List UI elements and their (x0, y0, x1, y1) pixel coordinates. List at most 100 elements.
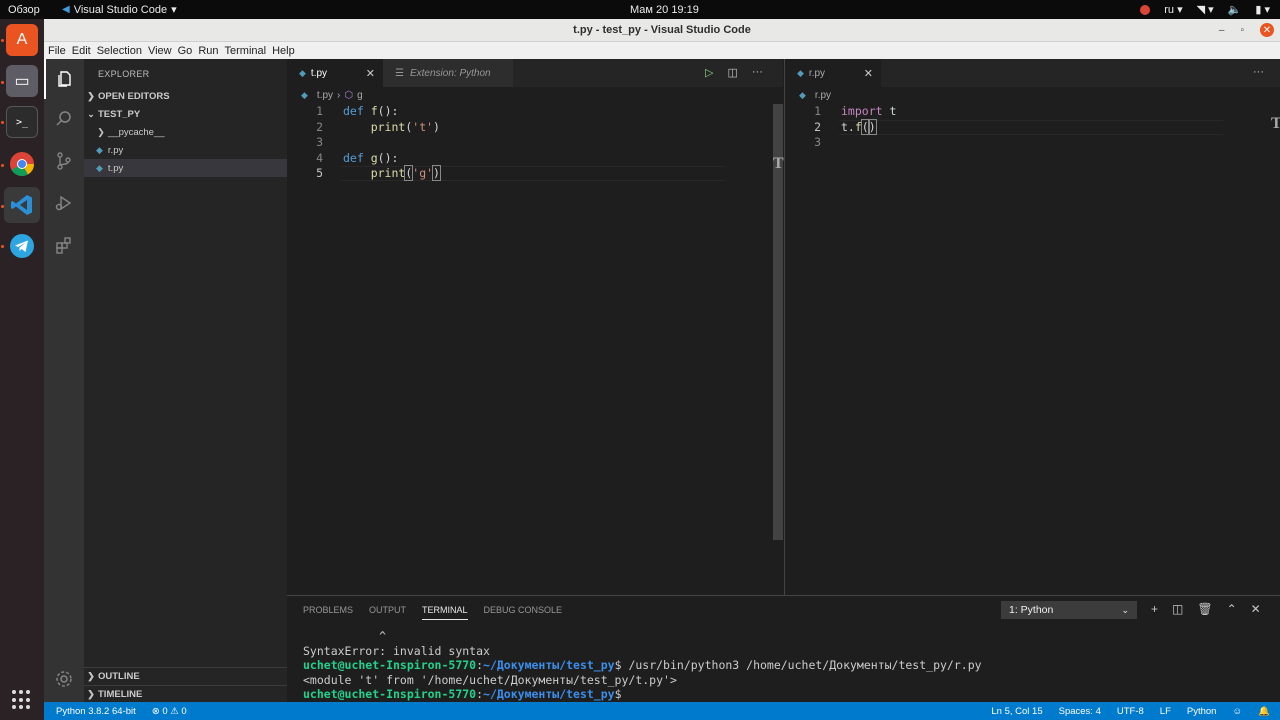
tab-output[interactable]: OUTPUT (369, 605, 406, 620)
vscode-icon[interactable] (4, 187, 40, 223)
menu-run[interactable]: Run (198, 45, 218, 57)
tab-r-py[interactable]: ◆ r.py ✕ (785, 59, 881, 87)
language-mode[interactable]: Python (1187, 706, 1217, 717)
chrome-indicator-icon[interactable] (1140, 4, 1151, 15)
more-actions-icon[interactable]: ··· (1253, 66, 1264, 78)
tab-t-py[interactable]: ◆ t.py ✕ (287, 59, 383, 87)
menu-view[interactable]: View (148, 45, 172, 57)
line-number: 5 (316, 166, 323, 180)
tab-terminal[interactable]: TERMINAL (422, 605, 468, 620)
close-panel-icon[interactable]: ✕ (1251, 602, 1261, 616)
minimize-button[interactable]: – (1219, 25, 1225, 36)
terminal-text: : (476, 687, 484, 701)
running-indicator (1, 81, 4, 84)
menu-edit[interactable]: Edit (72, 45, 91, 57)
explorer-icon[interactable] (44, 59, 84, 99)
close-icon[interactable]: ✕ (366, 67, 375, 80)
indentation[interactable]: Spaces: 4 (1059, 706, 1101, 717)
app-menu[interactable]: ◀ Visual Studio Code ▾ (62, 3, 177, 17)
code-token: t (882, 104, 897, 118)
code-line[interactable]: 1 import t (785, 104, 1225, 119)
code-line[interactable]: 3 (785, 135, 1225, 150)
run-file-icon[interactable]: ▷ (705, 66, 713, 79)
close-button[interactable]: ✕ (1260, 23, 1274, 37)
line-code: def g(): (343, 151, 398, 165)
breadcrumb-file[interactable]: r.py (815, 90, 831, 101)
code-line[interactable]: 4 def g(): (287, 151, 727, 166)
menu-help[interactable]: Help (272, 45, 295, 57)
code-line[interactable]: 1 def f(): (287, 104, 727, 119)
more-actions-icon[interactable]: ··· (752, 66, 763, 79)
code-token: import (841, 104, 883, 118)
system-top-bar: Обзор ◀ Visual Studio Code ▾ Мам 20 19:1… (0, 0, 1280, 19)
tab-label: t.py (310, 67, 328, 79)
wifi-icon[interactable]: ◥ ▾ (1197, 3, 1214, 16)
run-debug-icon[interactable] (44, 183, 84, 223)
tree-item-pycache[interactable]: ❯ __pycache__ (84, 123, 287, 141)
menu-go[interactable]: Go (178, 45, 193, 57)
breadcrumb-file[interactable]: t.py (317, 90, 333, 101)
split-terminal-icon[interactable]: ◫ (1172, 602, 1183, 616)
line-code: t.f() (841, 118, 877, 135)
source-control-icon[interactable] (44, 141, 84, 181)
volume-icon[interactable]: 🔈 (1228, 3, 1242, 16)
open-editors-label: OPEN EDITORS (98, 90, 170, 102)
language-indicator[interactable]: ru ▾ (1164, 3, 1182, 16)
end-of-line[interactable]: LF (1160, 706, 1171, 717)
outline-section[interactable]: ❯ OUTLINE (84, 667, 287, 685)
clock[interactable]: Мам 20 19:19 (630, 4, 699, 16)
split-editor-icon[interactable]: ◫ (727, 66, 737, 79)
tab-problems[interactable]: PROBLEMS (303, 605, 353, 620)
new-terminal-icon[interactable]: + (1151, 602, 1158, 616)
running-indicator (1, 39, 4, 42)
terminal-text: uchet@uchet-Inspiron-5770 (303, 658, 477, 672)
show-applications-icon[interactable] (12, 690, 32, 710)
chrome-icon[interactable] (6, 148, 38, 180)
code-token: print (370, 119, 406, 134)
timeline-section[interactable]: ❯ TIMELINE (84, 685, 287, 703)
menu-terminal[interactable]: Terminal (225, 45, 267, 57)
window-title: t.py - test_py - Visual Studio Code (573, 24, 751, 36)
telegram-icon[interactable] (6, 230, 38, 262)
menu-selection[interactable]: Selection (97, 45, 142, 57)
extensions-icon[interactable] (44, 225, 84, 265)
bell-icon[interactable]: 🔔 (1258, 706, 1270, 717)
line-number: 2 (814, 119, 821, 134)
encoding[interactable]: UTF-8 (1117, 706, 1144, 717)
close-icon[interactable]: ✕ (864, 67, 873, 80)
code-token: def (343, 150, 371, 165)
chevron-right-icon: ❯ (97, 126, 105, 137)
files-icon[interactable]: ▭ (6, 65, 38, 97)
tree-item-r-py[interactable]: ◆ r.py (84, 141, 287, 159)
code-line[interactable]: 2 t.f() (785, 118, 1225, 135)
code-line[interactable]: 2 print('t') (287, 120, 727, 135)
minimap-text-cursor: T (1271, 115, 1280, 132)
cursor-position[interactable]: Ln 5, Col 15 (991, 706, 1042, 717)
trash-icon[interactable]: 🗑 (1197, 602, 1212, 616)
tab-debug-console[interactable]: DEBUG CONSOLE (484, 605, 563, 620)
maximize-panel-icon[interactable]: ⌃ (1227, 602, 1237, 616)
terminal-icon[interactable]: >_ (6, 106, 38, 138)
terminal-line: SyntaxError: invalid syntax (303, 644, 982, 659)
terminal-text: ~/Документы/test_py (483, 687, 615, 701)
feedback-icon[interactable]: ☺ (1232, 706, 1242, 717)
open-editors-section[interactable]: ❯ OPEN EDITORS (84, 87, 287, 105)
terminal-select-value: 1: Python (1009, 604, 1054, 616)
problems-count[interactable]: ⊗ 0 ⚠ 0 (152, 706, 187, 717)
code-line[interactable]: 3 (287, 135, 727, 150)
battery-icon[interactable]: ▮ ▾ (1255, 3, 1270, 16)
python-interpreter[interactable]: Python 3.8.2 64-bit (56, 706, 136, 717)
menu-file[interactable]: File (48, 45, 66, 57)
gear-icon[interactable] (44, 659, 84, 699)
breadcrumb-symbol[interactable]: g (357, 90, 363, 101)
terminal-select[interactable]: 1: Python ⌄ (1001, 601, 1137, 619)
software-center-icon[interactable]: A (6, 24, 38, 56)
folder-section[interactable]: ⌄ TEST_PY (84, 105, 287, 123)
terminal-output[interactable]: ^ SyntaxError: invalid syntax uchet@uchet-… (303, 629, 982, 702)
activities-button[interactable]: Обзор (8, 4, 40, 16)
maximize-button[interactable]: ▫ (1240, 25, 1244, 36)
search-icon[interactable] (44, 99, 84, 139)
code-line[interactable]: 5 print('g') (287, 165, 727, 181)
tab-extension-python[interactable]: ☰ Extension: Python (383, 59, 513, 87)
tree-item-t-py[interactable]: ◆ t.py (84, 159, 287, 177)
